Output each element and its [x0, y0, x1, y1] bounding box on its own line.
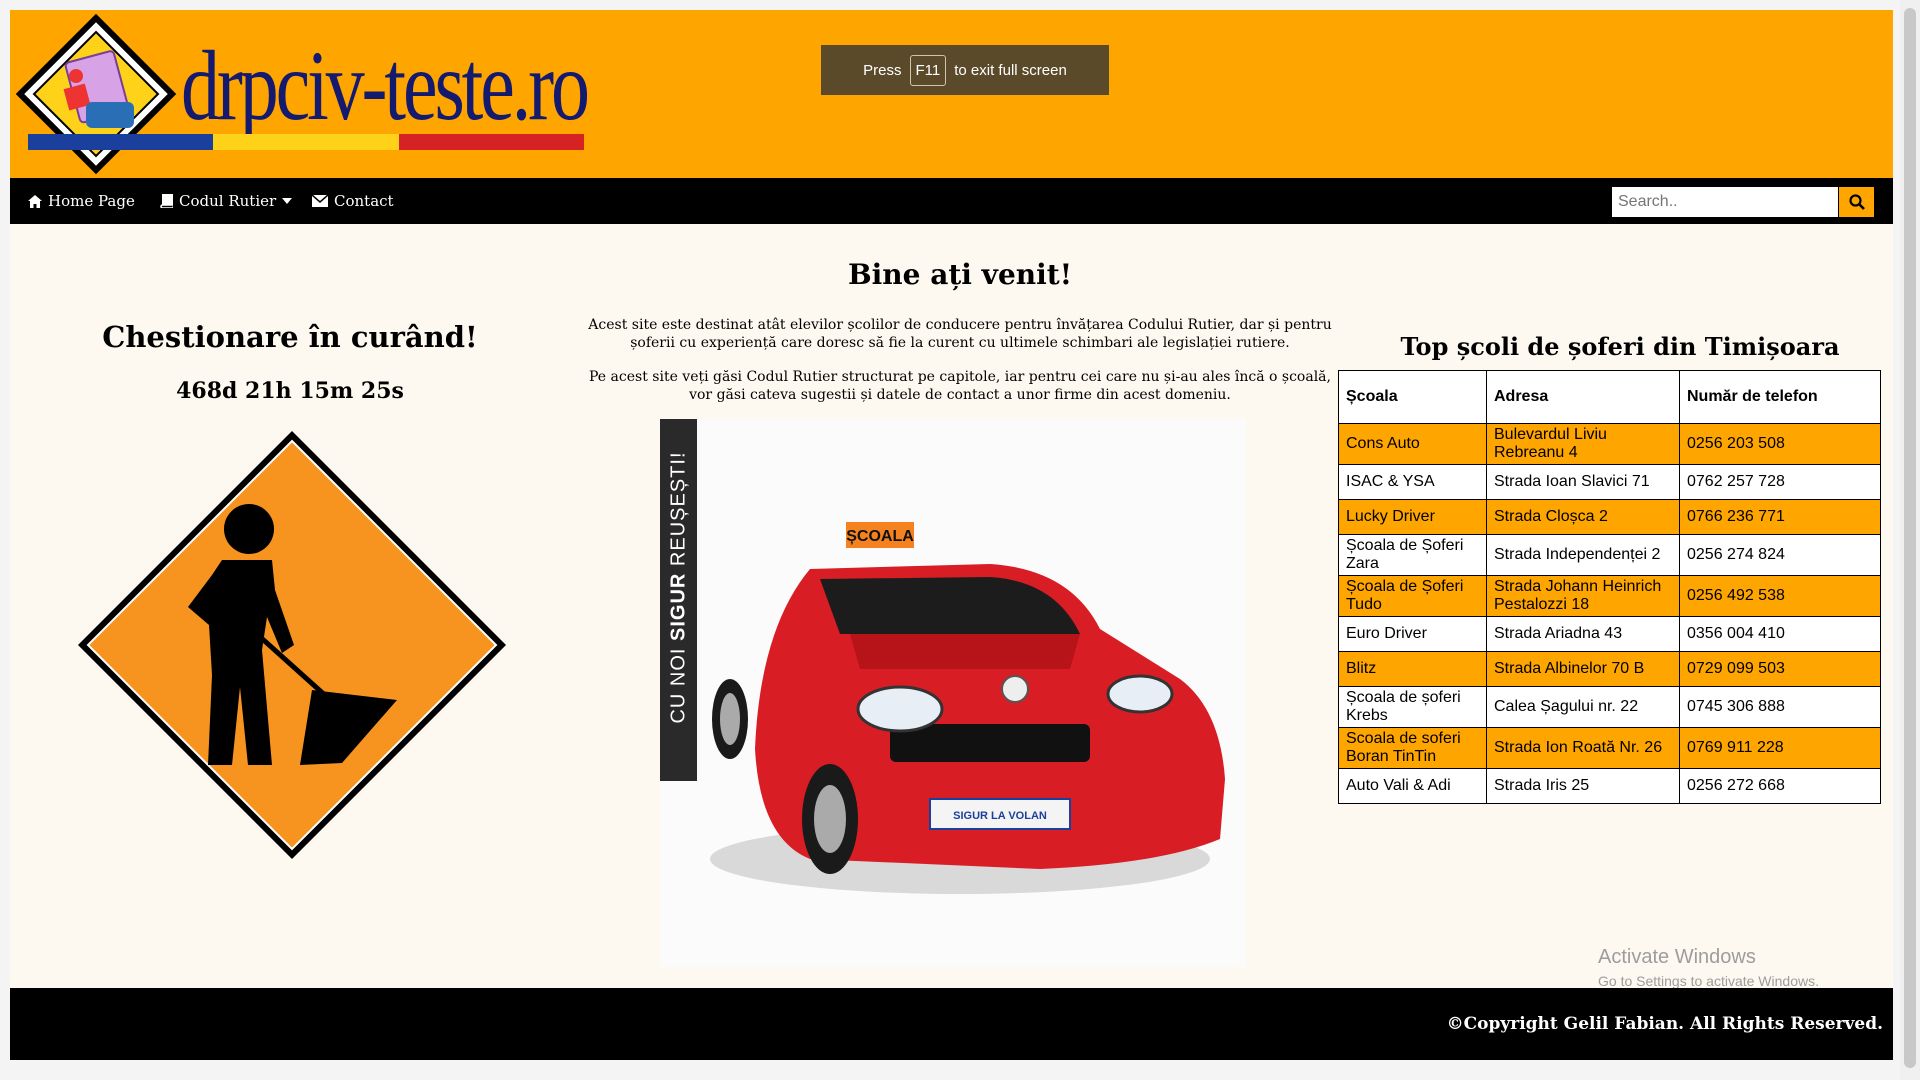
logo-diamond-icon [16, 14, 177, 174]
school-address: Strada Independenței 2 [1486, 534, 1680, 576]
school-phone: 0256 203 508 [1679, 423, 1881, 465]
nav-codul-rutier-label: Codul Rutier [179, 192, 277, 210]
site-header: drpciv-teste.ro Press F11 to exit full s… [10, 10, 1893, 178]
nav-contact-label: Contact [334, 192, 394, 210]
watermark-line-1: Activate Windows [1598, 946, 1756, 968]
red-car-icon: ȘCOALA SIGUR LA VOLAN [710, 522, 1225, 894]
road-work-sign-icon [78, 431, 506, 859]
countdown-timer: 468d 21h 15m 25s [176, 378, 404, 404]
school-address: Strada Albinelor 70 B [1486, 651, 1680, 687]
school-phone: 0769 911 228 [1679, 727, 1881, 769]
caret-down-icon [282, 198, 293, 204]
fullscreen-toast: Press F11 to exit full screen [821, 45, 1109, 95]
search-icon [1848, 194, 1865, 210]
table-row: Lucky Driver Strada Cloșca 2 0766 236 77… [1338, 499, 1881, 535]
school-address: Strada Ariadna 43 [1486, 616, 1680, 652]
copyright-text: ©Copyright Gelil Fabian. All Rights Rese… [1446, 1014, 1883, 1034]
welcome-title: Bine ați venit! [848, 258, 1072, 291]
school-phone: 0256 272 668 [1679, 768, 1881, 804]
school-address: Strada Johann Heinrich Pestalozzi 18 [1486, 575, 1680, 617]
school-name: Cons Auto [1338, 423, 1487, 465]
school-name: Scoala de soferi Boran TinTin [1338, 727, 1487, 769]
school-phone: 0256 492 538 [1679, 575, 1881, 617]
home-icon [28, 194, 42, 208]
scrollbar-thumb[interactable] [1904, 8, 1916, 1068]
intro-paragraph-1: Acest site este destinat atât elevilor ș… [588, 317, 1332, 351]
table-row: Euro Driver Strada Ariadna 43 0356 004 4… [1338, 616, 1881, 652]
school-phone: 0356 004 410 [1679, 616, 1881, 652]
school-name: Euro Driver [1338, 616, 1487, 652]
table-header-row: Școala Adresa Număr de telefon [1338, 370, 1881, 424]
school-address: Bulevardul Liviu Rebreanu 4 [1486, 423, 1680, 465]
table-row: Școala de Șoferi Tudo Strada Johann Hein… [1338, 575, 1881, 617]
column-header-address: Adresa [1486, 370, 1680, 424]
search-button[interactable] [1839, 187, 1874, 217]
table-row: Blitz Strada Albinelor 70 B 0729 099 503 [1338, 651, 1881, 687]
table-row: Școala de Șoferi Zara Strada Independenț… [1338, 534, 1881, 576]
license-plate-text: SIGUR LA VOLAN [953, 810, 1047, 822]
site-logo[interactable]: drpciv-teste.ro [16, 14, 590, 174]
school-name: Lucky Driver [1338, 499, 1487, 535]
driving-schools-title: Top școli de șoferi din Timișoara [1400, 332, 1840, 361]
nav-codul-rutier[interactable]: Codul Rutier [160, 178, 293, 224]
school-address: Strada Ion Roată Nr. 26 [1486, 727, 1680, 769]
school-address: Calea Șagului nr. 22 [1486, 686, 1680, 728]
activate-windows-watermark: Activate Windows Go to Settings to activ… [1598, 946, 1819, 989]
school-name: Auto Vali & Adi [1338, 768, 1487, 804]
column-header-school: Școala [1338, 370, 1487, 424]
logo-text: drpciv-teste.ro [181, 30, 590, 141]
nav-home-label: Home Page [48, 192, 135, 210]
table-row: ISAC & YSA Strada Ioan Slavici 71 0762 2… [1338, 464, 1881, 500]
book-icon [160, 194, 173, 208]
toast-text-after: to exit full screen [954, 61, 1067, 79]
school-address: Strada Ioan Slavici 71 [1486, 464, 1680, 500]
car-roof-sign-text: ȘCOALA [846, 528, 914, 545]
school-phone: 0762 257 728 [1679, 464, 1881, 500]
school-name: Școala de Șoferi Zara [1338, 534, 1487, 576]
column-header-phone: Număr de telefon [1679, 370, 1881, 424]
school-name: Școala de șoferi Krebs [1338, 686, 1487, 728]
school-phone: 0745 306 888 [1679, 686, 1881, 728]
driving-school-car-image: CU NOI SIGUR REUȘEȘTI! ȘCOALA SIGUR LA V… [660, 419, 1246, 967]
table-row: Scoala de soferi Boran TinTin Strada Ion… [1338, 727, 1881, 769]
browser-viewport: drpciv-teste.ro Press F11 to exit full s… [10, 10, 1893, 1060]
site-footer: ©Copyright Gelil Fabian. All Rights Rese… [10, 988, 1893, 1060]
table-row: Auto Vali & Adi Strada Iris 25 0256 272 … [1338, 768, 1881, 804]
school-address: Strada Iris 25 [1486, 768, 1680, 804]
toast-text-before: Press [863, 61, 902, 79]
nav-contact[interactable]: Contact [312, 178, 394, 224]
school-phone: 0256 274 824 [1679, 534, 1881, 576]
watermark-line-2: Go to Settings to activate Windows. [1598, 973, 1819, 989]
coming-soon-title: Chestionare în curând! [102, 320, 478, 354]
school-phone: 0766 236 771 [1679, 499, 1881, 535]
school-phone: 0729 099 503 [1679, 651, 1881, 687]
school-name: Școala de Șoferi Tudo [1338, 575, 1487, 617]
table-row: Cons Auto Bulevardul Liviu Rebreanu 4 02… [1338, 423, 1881, 465]
envelope-icon [312, 195, 328, 207]
intro-paragraph-2: Pe acest site veți găsi Codul Rutier str… [589, 369, 1331, 403]
school-name: Blitz [1338, 651, 1487, 687]
search-input[interactable] [1612, 187, 1838, 217]
toast-key: F11 [909, 54, 947, 86]
main-nav: Home Page Codul Rutier Contact [10, 178, 1893, 224]
school-address: Strada Cloșca 2 [1486, 499, 1680, 535]
logo-flag-stripe [28, 134, 584, 150]
nav-home[interactable]: Home Page [28, 178, 135, 224]
driving-schools-table: Școala Adresa Număr de telefon Cons Auto… [1338, 370, 1881, 804]
table-row: Școala de șoferi Krebs Calea Șagului nr.… [1338, 686, 1881, 728]
school-name: ISAC & YSA [1338, 464, 1487, 500]
